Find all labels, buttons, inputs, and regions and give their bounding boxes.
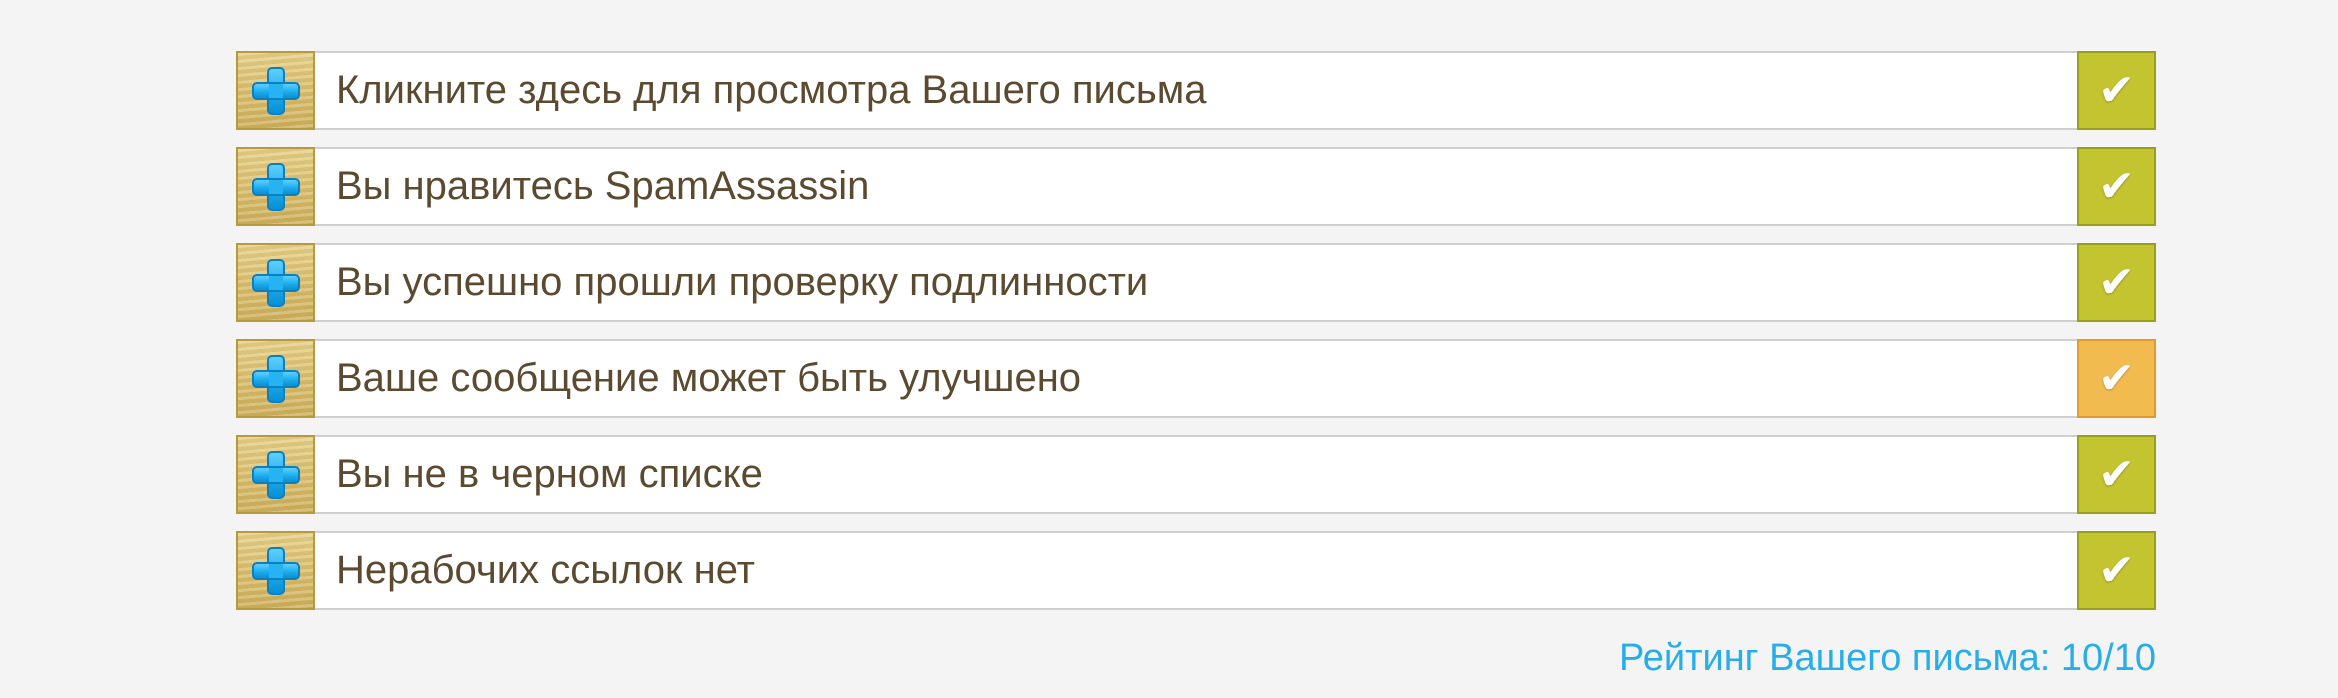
plus-icon (251, 354, 300, 403)
status-indicator: ✔ (2077, 147, 2156, 226)
check-row[interactable]: Ваше сообщение может быть улучшено ✔ (236, 339, 2156, 418)
plus-icon (251, 162, 300, 211)
check-label: Нерабочих ссылок нет (336, 548, 755, 592)
status-indicator: ✔ (2077, 243, 2156, 322)
status-indicator: ✔ (2077, 51, 2156, 130)
expand-button[interactable] (236, 435, 315, 514)
expand-button[interactable] (236, 51, 315, 130)
checkmark-icon: ✔ (2098, 448, 2135, 500)
checkmark-icon: ✔ (2098, 352, 2135, 404)
check-row[interactable]: Вы успешно прошли проверку подлинности ✔ (236, 243, 2156, 322)
checkmark-icon: ✔ (2098, 64, 2135, 116)
status-indicator-warning: ✔ (2077, 339, 2156, 418)
expand-button[interactable] (236, 531, 315, 610)
check-label: Вы не в черном списке (336, 452, 763, 496)
check-label: Вы нравитесь SpamAssassin (336, 164, 870, 208)
checklist: Кликните здесь для просмотра Вашего пись… (236, 51, 2156, 610)
plus-icon (251, 258, 300, 307)
plus-icon (251, 66, 300, 115)
plus-icon (251, 546, 300, 595)
status-indicator: ✔ (2077, 531, 2156, 610)
check-label: Ваше сообщение может быть улучшено (336, 356, 1082, 400)
expand-button[interactable] (236, 339, 315, 418)
expand-button[interactable] (236, 243, 315, 322)
status-indicator: ✔ (2077, 435, 2156, 514)
check-row[interactable]: Нерабочих ссылок нет ✔ (236, 531, 2156, 610)
plus-icon (251, 450, 300, 499)
checkmark-icon: ✔ (2098, 256, 2135, 308)
expand-button[interactable] (236, 147, 315, 226)
check-label: Кликните здесь для просмотра Вашего пись… (336, 68, 1207, 112)
checkmark-icon: ✔ (2098, 544, 2135, 596)
check-row[interactable]: Вы нравитесь SpamAssassin ✔ (236, 147, 2156, 226)
email-rating: Рейтинг Вашего письма: 10/10 (1619, 637, 2156, 679)
checkmark-icon: ✔ (2098, 160, 2135, 212)
check-row[interactable]: Вы не в черном списке ✔ (236, 435, 2156, 514)
check-row[interactable]: Кликните здесь для просмотра Вашего пись… (236, 51, 2156, 130)
check-label: Вы успешно прошли проверку подлинности (336, 260, 1149, 304)
